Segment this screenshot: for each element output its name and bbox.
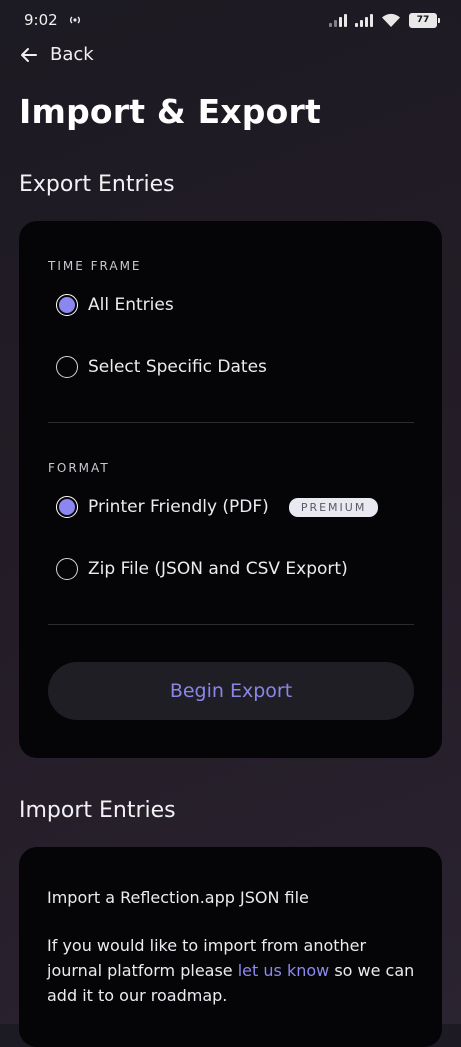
status-left: 9:02 xyxy=(24,11,82,29)
begin-export-button[interactable]: Begin Export xyxy=(48,662,414,720)
status-bar: 9:02 77 xyxy=(0,0,461,40)
cell-signal-icon-2 xyxy=(355,13,373,27)
option-all-entries[interactable]: All Entries xyxy=(56,294,174,316)
radio-button[interactable] xyxy=(56,558,78,580)
status-time: 9:02 xyxy=(24,11,58,29)
back-button[interactable]: Back xyxy=(20,44,94,65)
option-pdf[interactable]: Printer Friendly (PDF) PREMIUM xyxy=(56,496,379,518)
battery-icon: 77 xyxy=(409,12,440,28)
import-heading: Import Entries xyxy=(19,798,176,823)
import-instructions: Import a Reflection.app JSON file xyxy=(47,888,309,907)
option-label: Zip File (JSON and CSV Export) xyxy=(88,559,348,579)
radio-signal-icon xyxy=(69,16,80,24)
export-heading: Export Entries xyxy=(19,172,175,197)
arrow-left-icon xyxy=(21,47,37,62)
radio-button-selected[interactable] xyxy=(56,496,78,518)
divider xyxy=(48,422,414,423)
let-us-know-link[interactable]: let us know xyxy=(238,961,330,980)
back-label: Back xyxy=(50,44,94,65)
option-label: Select Specific Dates xyxy=(88,357,267,377)
option-label: Printer Friendly (PDF) xyxy=(88,497,269,517)
option-label: All Entries xyxy=(88,295,174,315)
divider xyxy=(48,624,414,625)
radio-button-selected[interactable] xyxy=(56,294,78,316)
cell-signal-icon xyxy=(329,13,347,27)
format-label: FORMAT xyxy=(48,461,110,475)
premium-badge: PREMIUM xyxy=(288,497,379,517)
export-card: TIME FRAME All Entries Select Specific D… xyxy=(19,221,442,758)
option-specific-dates[interactable]: Select Specific Dates xyxy=(56,356,267,378)
page-title: Import & Export xyxy=(19,92,321,131)
status-right: 77 xyxy=(329,12,440,28)
import-card: Import a Reflection.app JSON file If you… xyxy=(19,847,442,1047)
import-request-text: If you would like to import from another… xyxy=(47,933,417,1008)
radio-button[interactable] xyxy=(56,356,78,378)
option-zip[interactable]: Zip File (JSON and CSV Export) xyxy=(56,558,348,580)
wifi-icon xyxy=(382,13,400,27)
battery-level: 77 xyxy=(416,15,430,25)
time-frame-label: TIME FRAME xyxy=(48,259,142,273)
